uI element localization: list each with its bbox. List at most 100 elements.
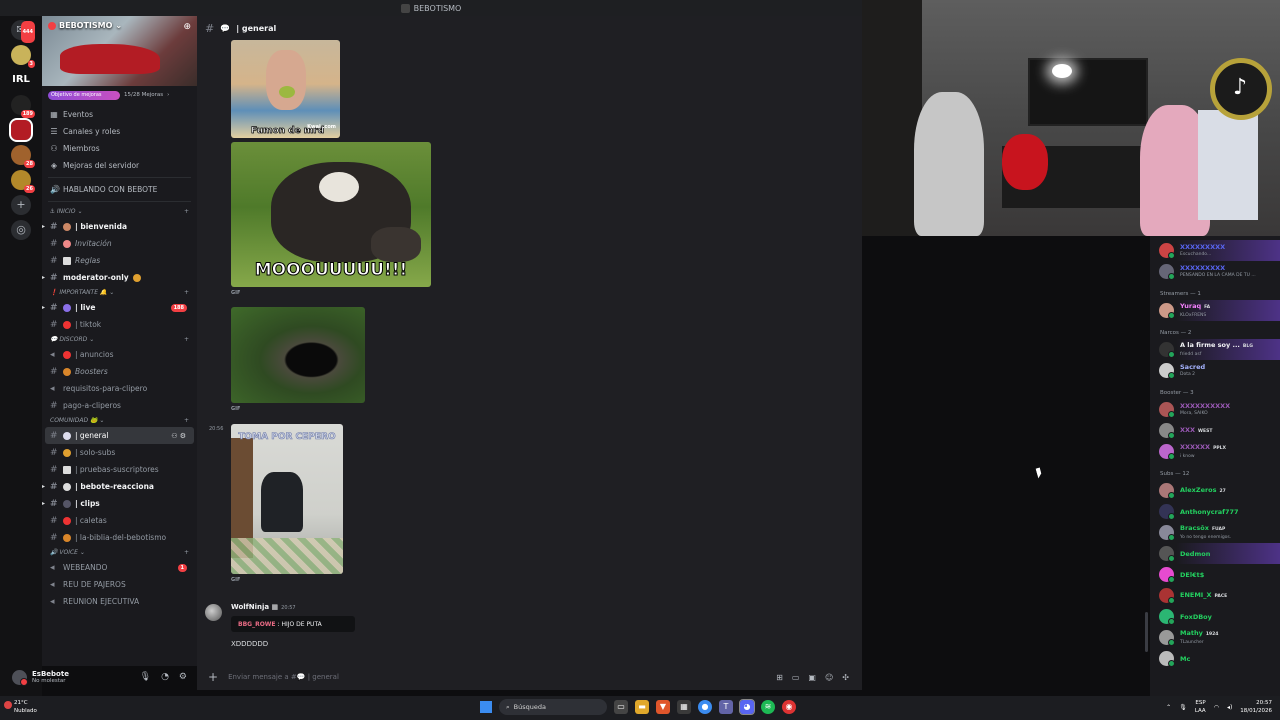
category-voice[interactable]: 🔊 VOICE ⌄ +	[42, 546, 197, 559]
channel-general[interactable]: # | general ⚇ ⚙	[45, 427, 194, 444]
member-item[interactable]: Dedmon	[1150, 543, 1280, 564]
gift-icon[interactable]: ⊞	[776, 673, 783, 682]
emoji-picker-icon[interactable]: ☺	[825, 673, 833, 682]
member-item[interactable]: XXXXXXXXX PENSANDO EN LA CAMA DE TU ...	[1150, 261, 1280, 282]
server-icon[interactable]: 28	[11, 145, 35, 168]
category-discord[interactable]: 💬 DISCORD ⌄ +	[42, 333, 197, 346]
chrome-icon[interactable]: ●	[698, 700, 712, 714]
discord-icon[interactable]: ◕	[739, 699, 755, 715]
member-item[interactable]: XXX WEST	[1150, 420, 1280, 441]
channel-pago[interactable]: # pago-a-cliperos	[42, 397, 197, 414]
file-explorer-icon[interactable]: ▬	[635, 700, 649, 714]
channel-invitacion[interactable]: # Invitación	[42, 235, 197, 252]
wifi-icon[interactable]: ◠	[1214, 704, 1219, 711]
microphone-icon[interactable]: 🎙	[140, 672, 151, 682]
add-channel-icon[interactable]: +	[184, 289, 189, 296]
reply-preview[interactable]: BBG_ROWE: HIJO DE PUTA	[231, 616, 355, 632]
channel-moderator-only[interactable]: ▸ # moderator-only	[42, 269, 197, 286]
category-inicio[interactable]: ⚓ INICIO ⌄ +	[42, 205, 197, 218]
channel-solo-subs[interactable]: # | solo-subs	[42, 444, 197, 461]
member-item[interactable]: FoxDBoy	[1150, 606, 1280, 627]
discover-icon[interactable]: ◎	[11, 220, 31, 240]
sticker-icon[interactable]: ▣	[808, 673, 816, 682]
app-icon[interactable]: ▦	[677, 700, 691, 714]
server-banner[interactable]: BEBOTISMO ⌄ ⊕	[42, 16, 197, 86]
task-view-icon[interactable]: ▭	[614, 700, 628, 714]
add-channel-icon[interactable]: +	[184, 417, 189, 424]
image-attachment[interactable]: Fumon de mrd Kwai .com	[231, 40, 340, 138]
taskbar-search[interactable]: ⌕ Búsqueda	[499, 699, 607, 715]
add-channel-icon[interactable]: +	[184, 208, 189, 215]
menu-mejoras[interactable]: ◈ Mejoras del servidor	[42, 157, 197, 174]
spotify-icon[interactable]: ≋	[761, 700, 775, 714]
channel-hablando[interactable]: 🔊 HABLANDO CON BEBOTE	[42, 181, 197, 198]
member-item[interactable]: XXXXXXXXXX Mora, SAIKO	[1150, 399, 1280, 420]
obs-icon[interactable]: ◉	[782, 700, 796, 714]
gif-icon[interactable]: ▭	[792, 673, 800, 682]
voice-webeando[interactable]: ◂ WEBEANDO 1	[42, 559, 197, 576]
settings-gear-icon[interactable]: ⚙	[179, 672, 187, 682]
add-server-icon[interactable]: +	[11, 195, 31, 215]
member-item[interactable]: DEl€t$	[1150, 564, 1280, 585]
author-avatar[interactable]	[205, 604, 222, 621]
windows-start-icon[interactable]	[480, 701, 492, 713]
channel-settings-icons[interactable]: ⚇ ⚙	[171, 432, 186, 440]
brave-browser-icon[interactable]: ▼	[656, 700, 670, 714]
server-icon[interactable]: 3	[11, 45, 35, 68]
member-item[interactable]: Yuraq FA KLOxFRENS	[1150, 300, 1280, 321]
channel-tiktok[interactable]: # | tiktok	[42, 316, 197, 333]
member-item[interactable]: Sacred Dota 2	[1150, 360, 1280, 381]
member-item[interactable]: XXXXXX PPLX i know	[1150, 441, 1280, 462]
member-item[interactable]: A la firme soy ... BLG friedd asf	[1150, 339, 1280, 360]
headphones-icon[interactable]: ◔	[161, 672, 169, 682]
category-importante[interactable]: ❗ IMPORTANTE 🔔 ⌄ +	[42, 286, 197, 299]
invite-people-icon[interactable]: ⊕	[183, 22, 191, 32]
channel-anuncios[interactable]: ◂ | anuncios	[42, 346, 197, 363]
channel-live[interactable]: ▸ # | live 188	[42, 299, 197, 316]
add-attachment-icon[interactable]: +	[208, 670, 218, 684]
gif-attachment[interactable]: TOMA POR CEPERO	[231, 424, 343, 574]
member-item[interactable]: Mathy 1924 TLauncher	[1150, 627, 1280, 648]
member-item[interactable]: AlexZeros 27	[1150, 480, 1280, 501]
weather-widget[interactable]: 21°C Nublado	[4, 699, 37, 715]
member-item[interactable]: Bracsôx FUAP Yo no tengo enemigos.	[1150, 522, 1280, 543]
channel-bienvenida[interactable]: ▸ # | bienvenida	[42, 218, 197, 235]
server-bebotismo[interactable]	[9, 118, 33, 142]
voice-reu-de-pajeros[interactable]: ◂ REU DE PAJEROS	[42, 576, 197, 593]
microphone-tray-icon[interactable]: 🎙	[1179, 704, 1187, 711]
user-avatar[interactable]	[12, 669, 28, 686]
channel-reglas[interactable]: # Reglas	[42, 252, 197, 269]
channel-pruebas[interactable]: # | pruebas-suscriptores	[42, 461, 197, 478]
language-indicator[interactable]: ESP LAA	[1195, 699, 1206, 715]
member-list-scrollbar[interactable]	[1145, 612, 1148, 652]
member-item[interactable]: Mc	[1150, 648, 1280, 669]
channel-clips[interactable]: ▸ # | clips	[42, 495, 197, 512]
channel-bebote-reacciona[interactable]: ▸ # | bebote-reacciona	[42, 478, 197, 495]
gif-attachment[interactable]	[231, 307, 365, 403]
menu-miembros[interactable]: ⚇ Miembros	[42, 140, 197, 157]
composer-placeholder[interactable]: Enviar mensaje a #💬 | general	[228, 673, 339, 681]
add-channel-icon[interactable]: +	[184, 336, 189, 343]
member-item[interactable]: ENEMI_X PACE	[1150, 585, 1280, 606]
server-name[interactable]: BEBOTISMO ⌄	[48, 21, 122, 30]
server-icon[interactable]: 26	[11, 170, 35, 193]
menu-canales-roles[interactable]: ☰ Canales y roles	[42, 123, 197, 140]
add-channel-icon[interactable]: +	[184, 549, 189, 556]
channel-caletas[interactable]: # | caletas	[42, 512, 197, 529]
apps-icon[interactable]: ✣	[842, 673, 849, 682]
clock[interactable]: 20:57 18/01/2026	[1240, 699, 1272, 715]
gif-attachment[interactable]: MOOOUUUUU!!!	[231, 142, 431, 287]
menu-eventos[interactable]: ▦ Eventos	[42, 106, 197, 123]
teams-icon[interactable]: T	[719, 700, 733, 714]
voice-reunion-ejecutiva[interactable]: ◂ REUNION EJECUTIVA	[42, 593, 197, 610]
server-icon[interactable]: 189	[11, 95, 35, 118]
server-irl[interactable]: IRL	[11, 70, 31, 90]
category-comunidad[interactable]: COMUNIDAD 🐸 ⌄ +	[42, 414, 197, 427]
channel-biblia[interactable]: # | la-biblia-del-bebotismo	[42, 529, 197, 546]
volume-icon[interactable]: ◂)	[1227, 704, 1232, 711]
member-item[interactable]: XXXXXXXXX Escuchando...	[1150, 240, 1280, 261]
direct-messages-button[interactable]: ✉444	[11, 20, 35, 43]
member-item[interactable]: Anthonycraf777	[1150, 501, 1280, 522]
chevron-up-icon[interactable]: ⌃	[1166, 704, 1171, 711]
channel-boosters[interactable]: # Boosters	[42, 363, 197, 380]
